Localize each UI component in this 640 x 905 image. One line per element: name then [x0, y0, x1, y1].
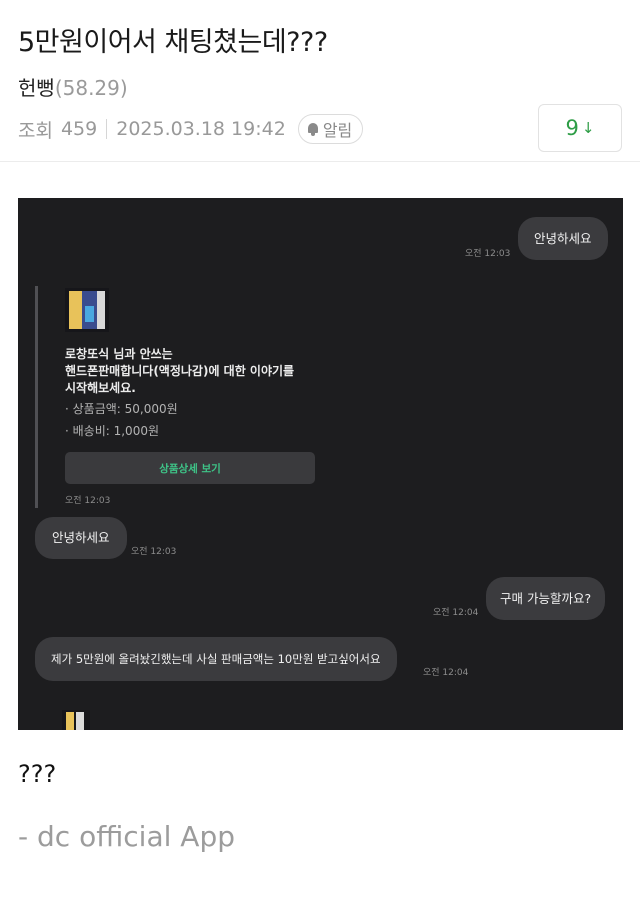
alarm-label: 알림 [322, 121, 353, 140]
card-intro-line3: 시작해보세요. [65, 381, 136, 395]
views-count: 459 [60, 118, 98, 140]
bell-icon [307, 122, 319, 136]
chat-message-text: 구매 가능할까요? [500, 590, 592, 606]
chat-timestamp: 오전 12:03 [131, 547, 177, 557]
chat-timestamp: 오전 12:03 [65, 496, 111, 506]
post-title: 5만원이어서 채팅쳤는데??? [18, 27, 328, 58]
post-meta: 조회 459 2025.03.18 19:42 알림 [18, 114, 364, 144]
arrow-down-icon: ↓ [581, 119, 595, 137]
product-price: · 상품금액: 50,000원 [65, 402, 178, 416]
post-body-text: ??? [18, 760, 57, 788]
product-thumbnail[interactable] [65, 288, 109, 332]
shipping-fee: · 배송비: 1,000원 [65, 424, 160, 438]
chat-timestamp: 오전 12:03 [465, 249, 511, 259]
chat-bubble-received: 제가 5만원에 올려놨긴했는데 사실 판매금액는 10만원 받고싶어서요 [35, 637, 397, 681]
chat-screenshot: 안녕하세요 오전 12:03 로창또식 님과 안쓰는 핸드폰판매합니다(액정나감… [18, 198, 623, 730]
post-date: 2025.03.18 19:42 [116, 118, 286, 140]
product-thumbnail [62, 710, 90, 730]
chat-message-text: 제가 5만원에 올려놨긴했는데 사실 판매금액는 10만원 받고싶어서요 [51, 652, 381, 666]
author-row: 헌뻥(58.29) [18, 72, 128, 101]
card-intro-line1: 로창또식 님과 안쓰는 [65, 347, 173, 361]
chat-message-text: 안녕하세요 [534, 230, 592, 246]
alarm-button[interactable]: 알림 [297, 114, 364, 144]
card-intro-line2: 핸드폰판매합니다(액정나감)에 대한 이야기를 [65, 364, 295, 378]
chat-timestamp: 오전 12:04 [423, 668, 469, 678]
chat-bubble-sent: 구매 가능할까요? [486, 577, 606, 620]
chat-bubble-received: 안녕하세요 [35, 517, 127, 559]
comment-count: 9 [565, 116, 579, 140]
chat-timestamp: 오전 12:04 [433, 608, 479, 618]
product-detail-button[interactable]: 상품상세 보기 [65, 452, 315, 484]
post-source: - dc official App [18, 820, 235, 853]
chat-bubble-sent: 안녕하세요 [518, 217, 608, 260]
author-ip: (58.29) [54, 76, 128, 100]
author-name[interactable]: 헌뻥 [18, 76, 55, 100]
chat-message-text: 안녕하세요 [52, 530, 110, 545]
meta-divider [106, 119, 108, 139]
views-label: 조회 [18, 119, 53, 142]
post-header: 5만원이어서 채팅쳤는데??? 헌뻥(58.29) 조회 459 2025.03… [0, 0, 640, 162]
comment-count-button[interactable]: 9 ↓ [538, 104, 622, 152]
product-card: 로창또식 님과 안쓰는 핸드폰판매합니다(액정나감)에 대한 이야기를 시작해보… [35, 286, 315, 508]
